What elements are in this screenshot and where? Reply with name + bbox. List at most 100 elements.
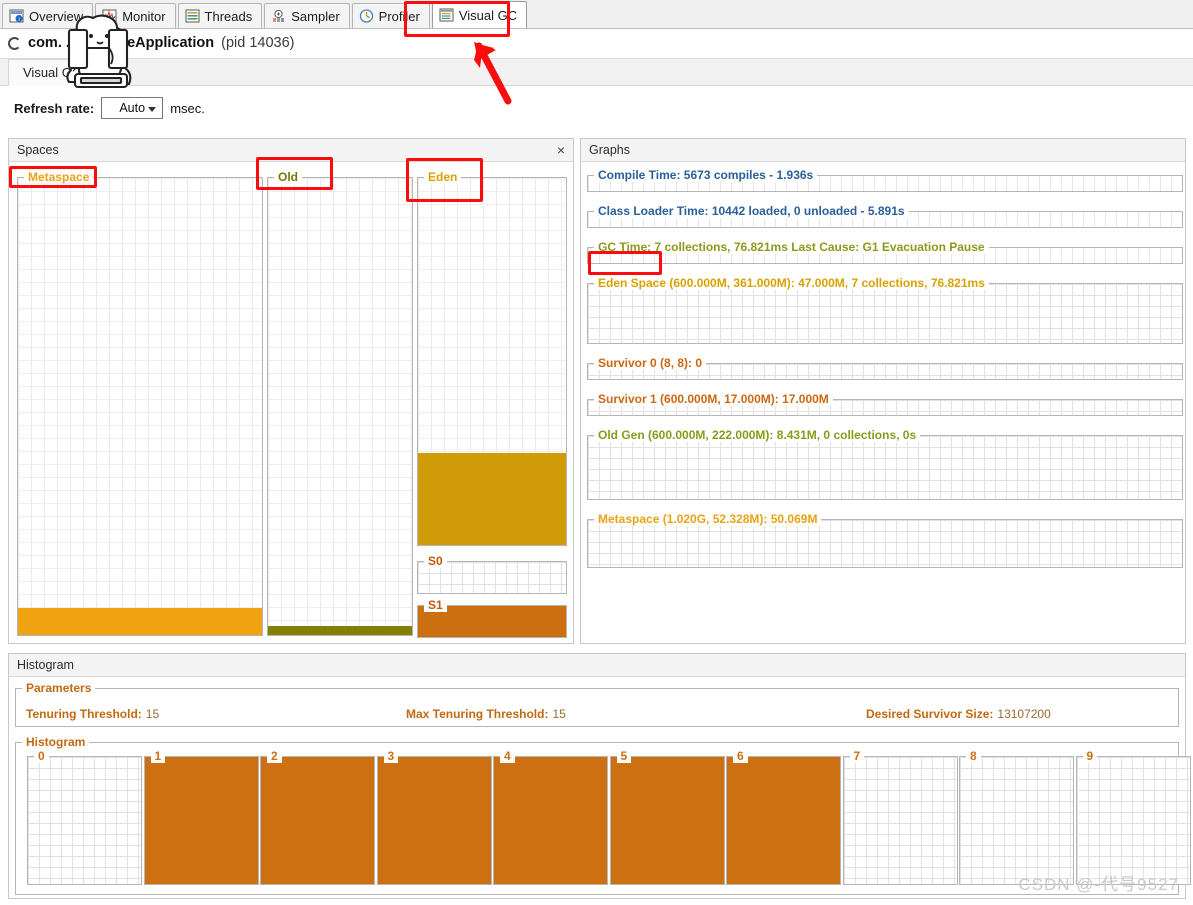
loading-spinner-icon: [8, 36, 21, 50]
histogram-bucket-label-0: 0: [34, 749, 49, 763]
group-body: [418, 178, 566, 545]
tab-monitor[interactable]: Monitor: [95, 3, 176, 28]
graph-7: Metaspace (1.020G, 52.328M): 50.069M: [587, 512, 1183, 568]
refresh-rate-bar: Refresh rate: Auto msec.: [0, 90, 1193, 126]
parameter-value: 15: [552, 707, 566, 721]
space-column-metaspace: Metaspace: [17, 170, 263, 636]
overview-icon: i: [9, 9, 24, 23]
space-label-old: Old: [274, 170, 302, 184]
histogram-bucket-label-5: 5: [616, 749, 632, 763]
histogram-bucket-6: 6: [726, 749, 841, 885]
parameter-value: 15: [145, 707, 160, 721]
histogram-bar: [610, 757, 724, 884]
visualgc-icon: [439, 8, 454, 22]
tab-visual-gc[interactable]: Visual GC: [431, 1, 528, 28]
sub-tab-strip: Visual GC: [0, 58, 1193, 86]
graph-label-3: Eden Space (600.000M, 361.000M): 47.000M…: [594, 276, 989, 290]
group-body: [1076, 757, 1190, 884]
histogram-panel-titlebar: Histogram: [9, 654, 1185, 677]
tab-sampler[interactable]: Sampler: [264, 3, 350, 28]
group-body: [28, 757, 141, 884]
group-body: Tenuring Threshold: 15 Max Tenuring Thresh…: [16, 689, 1178, 726]
tab-overview[interactable]: i Overview: [2, 3, 94, 28]
svg-text:i: i: [18, 17, 19, 23]
refresh-rate-label: Refresh rate:: [14, 100, 95, 116]
grid-background: [843, 757, 957, 884]
space-label-eden: Eden: [424, 170, 462, 184]
histogram-bar: [377, 757, 491, 884]
graphs-panel-titlebar: Graphs: [581, 139, 1185, 162]
graph-label-5: Survivor 1 (600.000M, 17.000M): 17.000M: [594, 392, 833, 406]
histogram-bucket-label-2: 2: [267, 749, 282, 763]
spaces-panel-title: Spaces: [17, 143, 59, 157]
close-icon[interactable]: ×: [557, 143, 565, 157]
survivor-label-s1: S1: [424, 598, 447, 612]
histogram-bar: [494, 757, 607, 884]
parameter-2: Desired Survivor Size: 13107200: [866, 707, 1051, 721]
graph-label-1: Class Loader Time: 10442 loaded, 0 unloa…: [594, 204, 909, 218]
grid-background: [1076, 757, 1190, 884]
graphs-panel: Graphs Compile Time: 5673 compiles - 1.9…: [580, 138, 1186, 644]
survivor-space-s0: S0: [417, 554, 567, 594]
graph-label-4: Survivor 0 (8, 8): 0: [594, 356, 707, 370]
sampler-icon: [271, 9, 286, 23]
group-body: [727, 757, 840, 884]
parameter-label: Max Tenuring Threshold:: [406, 707, 549, 721]
parameters-row: Tenuring Threshold: 15 Max Tenuring Thresh…: [16, 689, 1178, 726]
tab-threads[interactable]: Threads: [177, 3, 263, 28]
tab-label: Threads: [204, 8, 253, 24]
tab-label: Visual GC: [458, 7, 518, 23]
space-fill-metaspace: [18, 607, 262, 635]
parameter-1: Max Tenuring Threshold: 15: [406, 707, 566, 721]
histogram-bucket-4: 4: [493, 749, 608, 885]
histogram-bar: [144, 757, 258, 884]
page-title: com. . OptimizeApplication: [28, 35, 215, 51]
parameters-label: Parameters: [22, 681, 96, 695]
survivor-space-s1: S1: [417, 598, 567, 638]
group-body: [261, 757, 374, 884]
group-body: [610, 757, 724, 884]
tab-label: Monitor: [122, 8, 166, 24]
spaces-panel-titlebar: Spaces ×: [9, 139, 573, 162]
histogram-bucket-7: 7: [842, 749, 958, 885]
group-body: [588, 284, 1182, 343]
group-body: [960, 757, 1073, 884]
histogram-bucket-8: 8: [959, 749, 1074, 885]
space-column-old: Old: [267, 170, 413, 636]
histogram-bucket-label-7: 7: [849, 749, 865, 763]
space-fill-old: [268, 625, 412, 635]
histogram-bucket-label-1: 1: [150, 749, 166, 763]
grid-background: [268, 178, 412, 635]
histogram-bucket-label-3: 3: [383, 749, 399, 763]
application-header: com. . OptimizeApplication (pid 14036): [0, 29, 1193, 57]
histogram-group: Histogram 0 1 2 3 4 5 6 7 8 9: [15, 735, 1191, 895]
parameters-group: Tenuring Threshold: 15 Max Tenuring Thresh…: [15, 681, 1179, 727]
group-body: [18, 178, 262, 635]
graph-1: Class Loader Time: 10442 loaded, 0 unloa…: [587, 204, 1183, 228]
refresh-rate-select[interactable]: Auto: [101, 97, 164, 119]
group-body: [588, 436, 1182, 499]
histogram-bar: [261, 757, 374, 884]
histogram-group-label: Histogram: [22, 735, 90, 749]
space-label-metaspace: Metaspace: [24, 170, 94, 184]
graph-6: Old Gen (600.000M, 222.000M): 8.431M, 0 …: [587, 428, 1183, 500]
grid-background: [960, 757, 1073, 884]
histogram-bucket-label-6: 6: [733, 749, 748, 763]
histogram-bucket-label-4: 4: [500, 749, 515, 763]
grid-background: [28, 757, 141, 884]
survivor-label-s0: S0: [424, 554, 447, 568]
histogram-bucket-9: 9: [1075, 749, 1191, 885]
process-id-label: (pid 14036): [221, 35, 295, 51]
refresh-rate-value: Auto: [119, 101, 146, 115]
tab-profiler[interactable]: Profiler: [351, 3, 430, 28]
group-body: [494, 757, 607, 884]
tab-visual-gc-sub[interactable]: Visual GC: [8, 58, 97, 86]
histogram-bucket-5: 5: [609, 749, 725, 885]
parameter-0: Tenuring Threshold: 15: [26, 707, 159, 721]
chevron-down-icon: [148, 107, 157, 112]
threads-icon: [185, 9, 200, 23]
grid-background: [588, 520, 1182, 567]
graph-label-7: Metaspace (1.020G, 52.328M): 50.069M: [594, 512, 822, 526]
monitor-icon: [102, 9, 117, 23]
tab-label: Profiler: [378, 8, 420, 24]
